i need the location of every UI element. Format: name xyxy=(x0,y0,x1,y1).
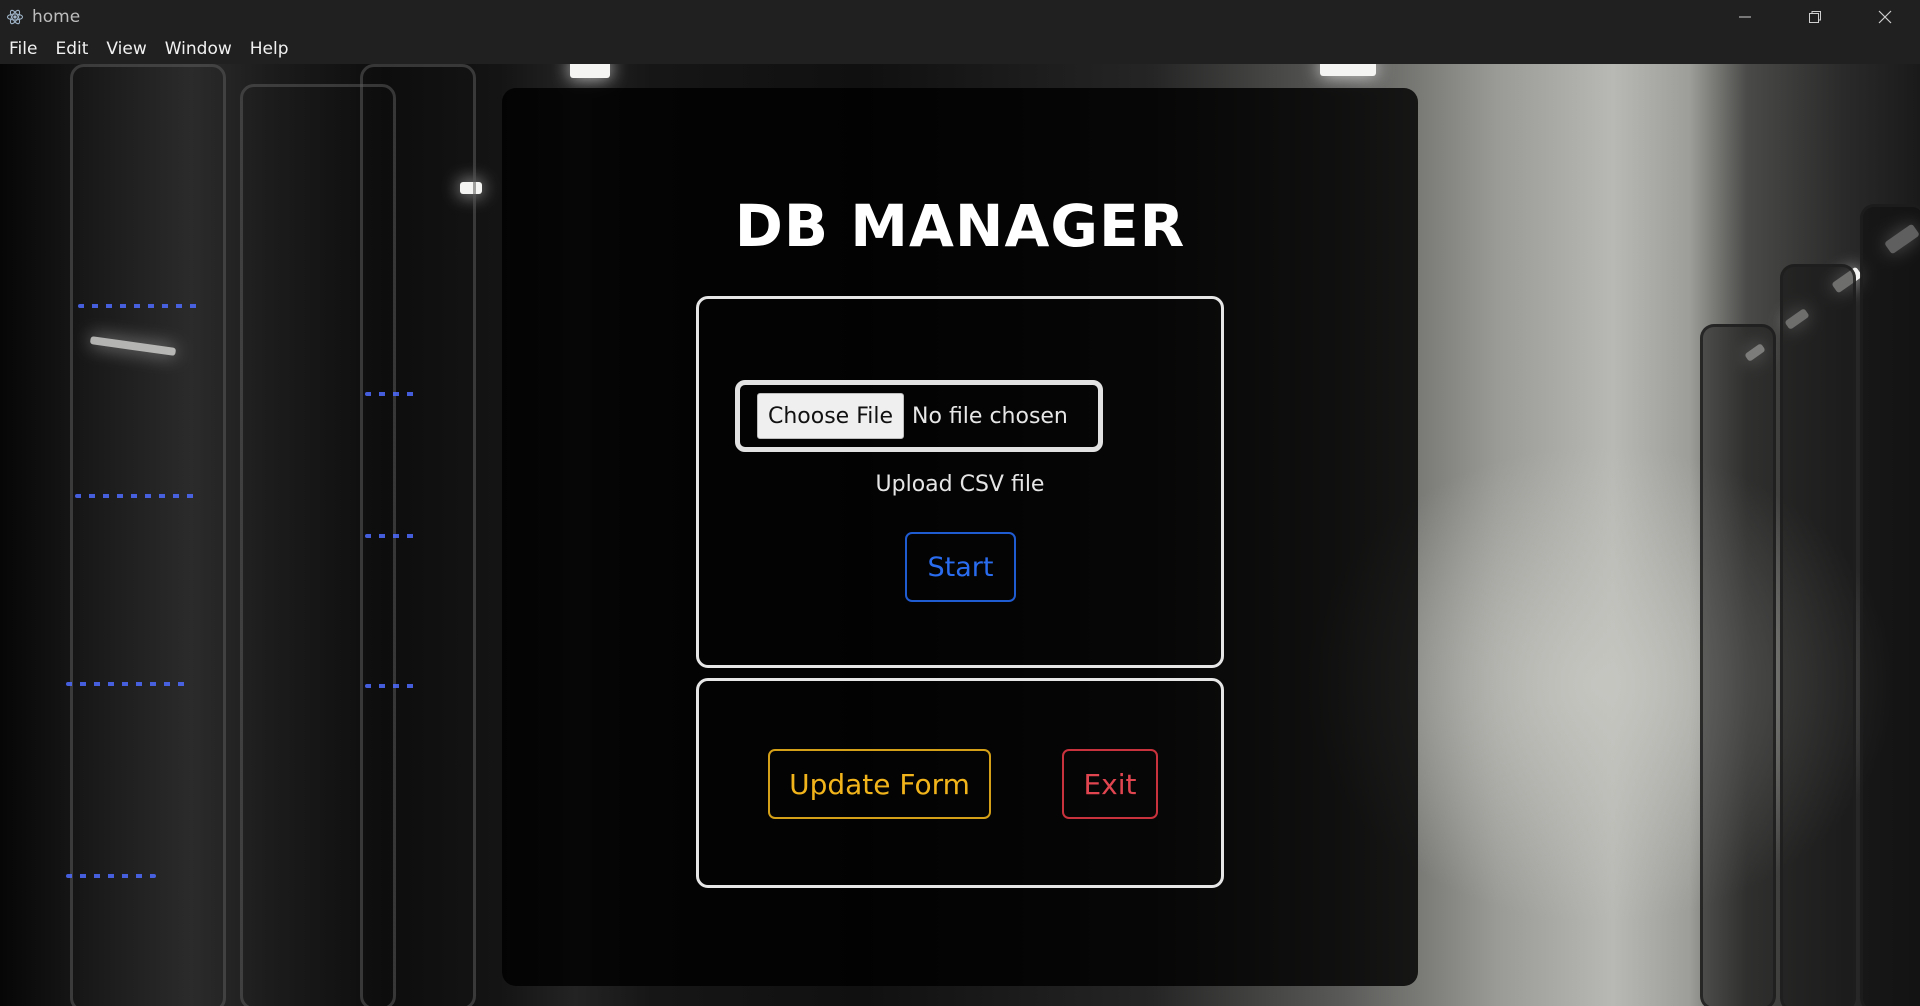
choose-file-button[interactable]: Choose File xyxy=(757,393,905,439)
rack-leds xyxy=(75,494,195,498)
start-button[interactable]: Start xyxy=(905,532,1016,602)
restore-button[interactable] xyxy=(1780,0,1850,34)
app-content: DB MANAGER Choose File No file chosen Up… xyxy=(0,64,1920,1006)
minimize-icon xyxy=(1739,16,1751,18)
actions-section: Update Form Exit xyxy=(696,678,1224,888)
title-bar: home xyxy=(0,0,1920,34)
page-title: DB MANAGER xyxy=(734,192,1186,260)
restore-icon xyxy=(1809,11,1821,23)
rack-door xyxy=(1860,204,1920,1006)
menu-file[interactable]: File xyxy=(0,39,46,59)
rack-leds xyxy=(78,304,198,308)
menu-bar: File Edit View Window Help xyxy=(0,34,1920,64)
menu-edit[interactable]: Edit xyxy=(46,39,97,59)
rack-leds xyxy=(66,682,186,686)
minimize-button[interactable] xyxy=(1710,0,1780,34)
file-input[interactable]: Choose File No file chosen xyxy=(735,380,1103,452)
window-controls xyxy=(1710,0,1920,34)
update-form-button[interactable]: Update Form xyxy=(768,749,991,819)
rack-door xyxy=(1700,324,1776,1006)
menu-help[interactable]: Help xyxy=(241,39,298,59)
main-panel: DB MANAGER Choose File No file chosen Up… xyxy=(502,88,1418,986)
close-icon xyxy=(1878,10,1892,24)
ceiling-light xyxy=(1320,64,1376,76)
rack-leds xyxy=(365,534,415,538)
rack-door xyxy=(70,64,226,1006)
upload-section: Choose File No file chosen Upload CSV fi… xyxy=(696,296,1224,668)
menu-window[interactable]: Window xyxy=(156,39,241,59)
ceiling-light xyxy=(570,64,610,78)
rack-leds xyxy=(66,874,156,878)
file-status-text: No file chosen xyxy=(912,403,1068,429)
upload-caption: Upload CSV file xyxy=(875,472,1045,497)
rack-leds xyxy=(365,392,415,396)
rack-leds xyxy=(365,684,415,688)
electron-app-icon xyxy=(6,9,24,25)
rack-door xyxy=(1780,264,1856,1006)
exit-button[interactable]: Exit xyxy=(1062,749,1158,819)
close-button[interactable] xyxy=(1850,0,1920,34)
window-title: home xyxy=(32,7,81,27)
menu-view[interactable]: View xyxy=(97,39,155,59)
